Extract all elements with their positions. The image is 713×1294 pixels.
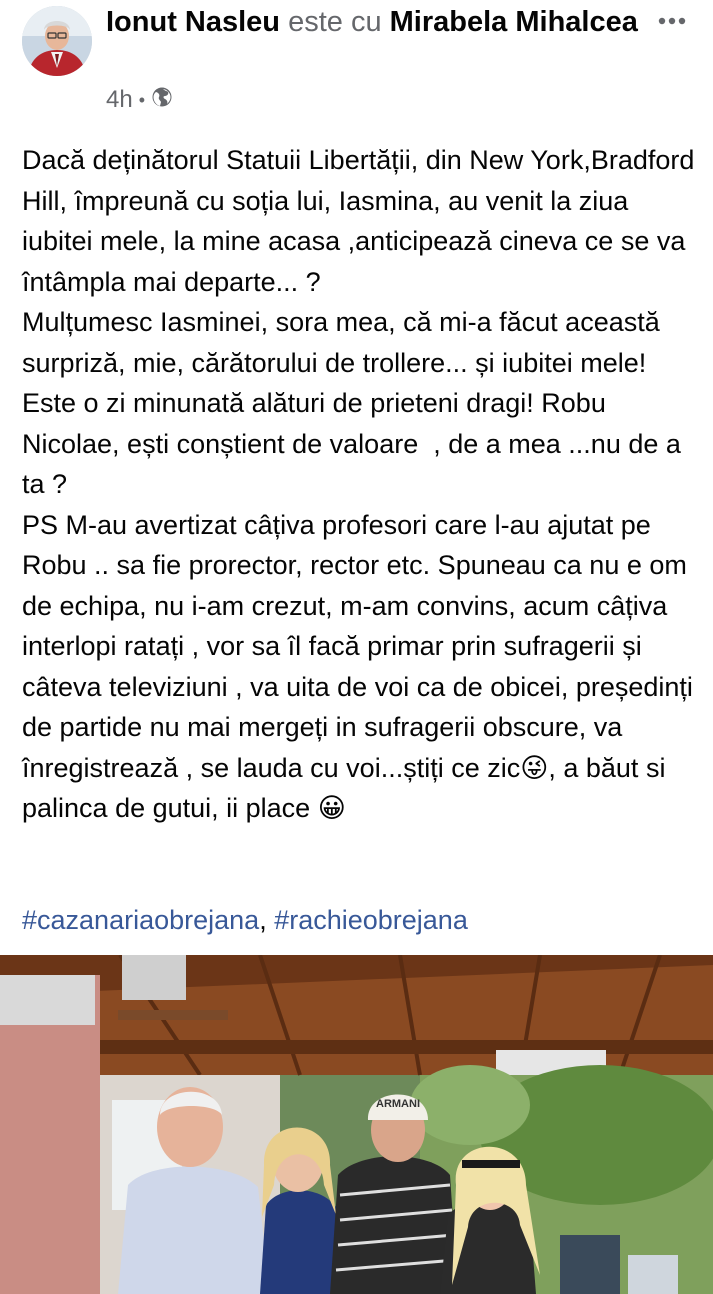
- more-horizontal-icon: [658, 17, 686, 25]
- post-meta: 4h •: [106, 84, 173, 116]
- hashtag-link[interactable]: #cazanariaobrejana: [22, 905, 259, 935]
- hashtag-link[interactable]: #rachieobrejana: [274, 905, 468, 935]
- globe-icon[interactable]: [151, 86, 173, 115]
- photo-image: ARMANI: [0, 955, 713, 1294]
- with-text: este cu: [288, 6, 382, 38]
- meta-separator: •: [138, 89, 146, 110]
- cap-logo-text: ARMANI: [376, 1098, 420, 1110]
- author-avatar[interactable]: [22, 6, 92, 76]
- post-photo[interactable]: ARMANI: [0, 955, 713, 1294]
- more-options-button[interactable]: [654, 8, 690, 34]
- hashtag-line: #cazanariaobrejana, #rachieobrejana: [22, 900, 702, 941]
- post-header: Ionut Nasleu este cu Mirabela Mihalcea 4…: [0, 0, 713, 125]
- avatar-image: [22, 6, 92, 76]
- tagged-person[interactable]: Mirabela Mihalcea: [390, 6, 638, 38]
- post-timestamp[interactable]: 4h: [106, 86, 133, 114]
- hashtag-separator: ,: [259, 905, 275, 935]
- author-line: Ionut Nasleu este cu Mirabela Mihalcea: [106, 4, 646, 41]
- author-name[interactable]: Ionut Nasleu: [106, 6, 280, 38]
- post-body-text: Dacă deținătorul Statuii Libertății, din…: [22, 145, 695, 823]
